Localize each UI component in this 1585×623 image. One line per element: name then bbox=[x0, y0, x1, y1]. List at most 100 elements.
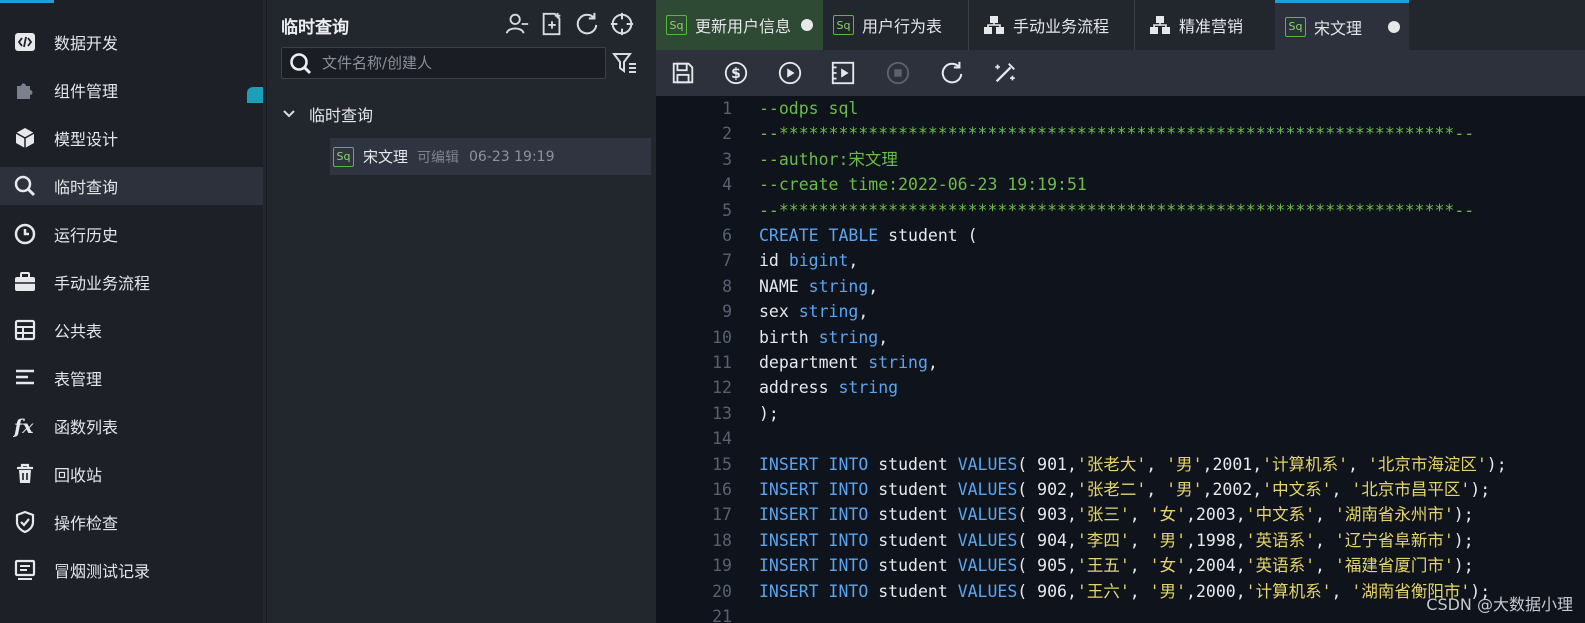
sidebar-item-label: 临时查询 bbox=[54, 178, 119, 197]
sidebar-item-run-history[interactable]: 运行历史 bbox=[0, 215, 263, 253]
sidebar-item-smoke-test[interactable]: 冒烟测试记录 bbox=[0, 551, 263, 589]
user-filter-icon[interactable] bbox=[503, 10, 531, 38]
code-line[interactable]: 2 --*************************************… bbox=[656, 121, 1585, 146]
code-token: , bbox=[1146, 454, 1167, 474]
sidebar-item-components[interactable]: 组件管理 bbox=[0, 71, 263, 109]
code-line[interactable]: 7 id bigint, bbox=[656, 248, 1585, 273]
format-icon[interactable] bbox=[991, 59, 1019, 87]
line-number: 20 bbox=[712, 581, 732, 601]
code-token: '男' bbox=[1166, 454, 1203, 474]
file-name: 宋文理 bbox=[363, 148, 409, 166]
search-box[interactable] bbox=[281, 47, 606, 79]
locate-icon[interactable] bbox=[608, 10, 636, 38]
code-text: --**************************************… bbox=[759, 198, 1474, 223]
list-icon bbox=[13, 366, 37, 390]
collapse-handle-icon[interactable] bbox=[247, 87, 263, 103]
code-text: INSERT INTO student VALUES( 906,'王六', '男… bbox=[759, 579, 1490, 604]
code-line[interactable]: 13); bbox=[656, 401, 1585, 426]
code-text: birth string, bbox=[759, 325, 888, 350]
sidebar-item-manual-workflow[interactable]: 手动业务流程 bbox=[0, 263, 263, 301]
file-time: 06-23 19:19 bbox=[469, 148, 555, 165]
tab-song-wenli[interactable]: Sq 宋文理 bbox=[1275, 0, 1409, 50]
code-line[interactable]: 17 INSERT INTO student VALUES( 903,'张三', … bbox=[656, 502, 1585, 527]
line-number: 13 bbox=[712, 403, 732, 423]
code-line[interactable]: 5 --*************************************… bbox=[656, 198, 1585, 223]
code-text: CREATE TABLE student ( bbox=[759, 223, 978, 248]
code-text: --create time:2022-06-23 19:19:51 bbox=[759, 172, 1087, 197]
code-token: student bbox=[868, 581, 958, 601]
workflow-icon bbox=[984, 16, 1004, 34]
code-line[interactable]: 15 INSERT INTO student VALUES( 901,'张老大',… bbox=[656, 452, 1585, 477]
code-line[interactable]: 16 INSERT INTO student VALUES( 902,'张老二',… bbox=[656, 477, 1585, 502]
code-text: INSERT INTO student VALUES( 902,'张老二', '… bbox=[759, 477, 1490, 502]
clock-icon bbox=[13, 222, 37, 246]
code-line[interactable]: 1 --odps sql bbox=[656, 96, 1585, 121]
code-text: ); bbox=[759, 401, 779, 426]
tab-user-behavior[interactable]: Sq 用户行为表 bbox=[823, 0, 968, 50]
search-input[interactable] bbox=[322, 48, 602, 78]
sidebar-item-model-design[interactable]: 模型设计 bbox=[0, 119, 263, 157]
sidebar-item-function-list[interactable]: fx 函数列表 bbox=[0, 407, 263, 445]
sidebar-item-label: 手动业务流程 bbox=[54, 274, 151, 293]
workflow-icon bbox=[1150, 16, 1170, 34]
code-token: '计算机系' bbox=[1262, 454, 1349, 474]
save-icon[interactable] bbox=[669, 59, 697, 87]
unsaved-dot-icon[interactable] bbox=[1388, 20, 1401, 33]
line-number: 6 bbox=[722, 226, 732, 245]
sidebar-item-recycle-bin[interactable]: 回收站 bbox=[0, 455, 263, 493]
cost-icon[interactable]: $ bbox=[722, 59, 750, 87]
code-line[interactable]: 4 --create time:2022-06-23 19:19:51 bbox=[656, 172, 1585, 197]
code-line[interactable]: 8 NAME string, bbox=[656, 274, 1585, 299]
code-token: INSERT INTO bbox=[759, 454, 869, 474]
tab-precision-marketing[interactable]: 精准营销 bbox=[1134, 0, 1274, 50]
tab-label: 用户行为表 bbox=[862, 17, 943, 36]
sidebar-item-public-table[interactable]: 公共表 bbox=[0, 311, 263, 349]
code-line[interactable]: 12 address string bbox=[656, 375, 1585, 400]
line-number: 10 bbox=[712, 327, 732, 347]
code-line[interactable]: 19 INSERT INTO student VALUES( 905,'王五', … bbox=[656, 553, 1585, 578]
run-icon[interactable] bbox=[776, 59, 804, 87]
line-number: 1 bbox=[722, 99, 732, 118]
stop-icon[interactable] bbox=[884, 59, 912, 87]
code-token: string bbox=[868, 353, 928, 372]
code-line[interactable]: 3 --author:宋文理 bbox=[656, 147, 1585, 172]
unsaved-dot-icon[interactable] bbox=[801, 19, 814, 31]
code-line[interactable]: 6 CREATE TABLE student ( bbox=[656, 223, 1585, 248]
refresh-icon[interactable] bbox=[573, 10, 601, 38]
tab-manual-workflow[interactable]: 手动业务流程 bbox=[968, 0, 1134, 50]
code-token: '福建省厦门市' bbox=[1334, 556, 1454, 576]
code-line[interactable]: 11 department string, bbox=[656, 350, 1585, 375]
code-text: --odps sql bbox=[759, 96, 858, 121]
code-token: ,2004, bbox=[1186, 556, 1246, 576]
sidebar-item-operation-check[interactable]: 操作检查 bbox=[0, 503, 263, 541]
code-icon bbox=[13, 30, 37, 54]
sidebar-item-table-management[interactable]: 表管理 bbox=[0, 359, 263, 397]
code-token: ,1998, bbox=[1186, 530, 1246, 550]
refresh-icon[interactable] bbox=[938, 59, 966, 87]
svg-text:fx: fx bbox=[13, 416, 34, 438]
code-editor[interactable]: 1 --odps sql 2 --**************************… bbox=[656, 96, 1585, 623]
line-number: 12 bbox=[712, 378, 732, 398]
sidebar-item-label: 函数列表 bbox=[54, 418, 119, 437]
sidebar-item-data-dev[interactable]: 数据开发 bbox=[0, 23, 263, 61]
code-token: '王五' bbox=[1076, 556, 1130, 576]
code-line[interactable]: 9 sex string, bbox=[656, 299, 1585, 324]
tree-folder-temp-query[interactable]: 临时查询 bbox=[281, 102, 373, 126]
code-line[interactable]: 10 birth string, bbox=[656, 325, 1585, 350]
code-token: '湖南省永州市' bbox=[1334, 505, 1454, 525]
code-text: department string, bbox=[759, 350, 938, 375]
sidebar-item-temp-query[interactable]: 临时查询 bbox=[0, 167, 263, 205]
tab-update-user-info[interactable]: Sq 更新用户信息 bbox=[656, 0, 823, 50]
code-line[interactable]: 18 INSERT INTO student VALUES( 904,'李四', … bbox=[656, 528, 1585, 553]
code-line[interactable]: 14 bbox=[656, 426, 1585, 451]
sidebar-item-label: 运行历史 bbox=[54, 226, 119, 245]
tree-file-item[interactable]: Sq 宋文理 可编辑 06-23 19:19 bbox=[330, 138, 651, 175]
tab-label: 宋文理 bbox=[1314, 18, 1363, 38]
filter-icon[interactable] bbox=[612, 50, 638, 76]
code-token: , bbox=[1315, 556, 1335, 576]
new-file-icon[interactable] bbox=[538, 10, 566, 38]
code-token: , bbox=[1129, 556, 1150, 576]
code-token: '中文系' bbox=[1245, 505, 1316, 525]
sql-file-icon: Sq bbox=[1285, 16, 1306, 37]
run-params-icon[interactable] bbox=[829, 59, 857, 87]
